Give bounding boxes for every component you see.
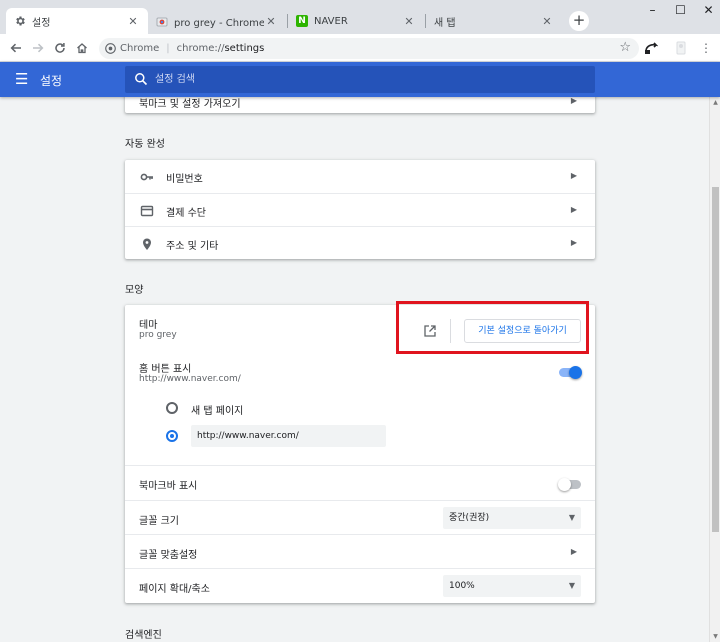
bookmarks-bar-toggle[interactable] — [558, 478, 581, 491]
settings-search[interactable] — [125, 66, 595, 93]
tab-new-tab[interactable]: 새 탭 ✕ — [426, 8, 562, 34]
chevron-right-icon: ▶ — [570, 171, 577, 180]
home-url-field[interactable]: http://www.naver.com/ — [191, 425, 386, 447]
scroll-down-icon[interactable]: ▼ — [711, 633, 720, 640]
browser-toolbar: Chrome | chrome:// settings ☆ ⋮ — [0, 34, 720, 62]
forward-button[interactable] — [28, 38, 48, 58]
font-size-select[interactable]: 중간(권장) ▼ — [443, 507, 581, 529]
home-button-label: 홈 버튼 표시 — [139, 364, 192, 375]
page-zoom-row: 페이지 확대/축소 100% ▼ — [125, 568, 595, 603]
import-bookmarks-row[interactable]: 북마크 및 설정 가져오기 ▶ — [125, 97, 595, 113]
naver-icon: N — [296, 15, 308, 27]
chevron-right-icon: ▶ — [570, 97, 577, 105]
reload-button[interactable] — [50, 38, 70, 58]
page-scrollbar[interactable]: ▲ ▼ — [709, 97, 720, 642]
payment-methods-row[interactable]: 결제 수단 ▶ — [125, 193, 595, 226]
tab-title: NAVER — [314, 15, 348, 27]
scrollbar-thumb[interactable] — [712, 187, 719, 532]
url-path: settings — [224, 43, 265, 54]
search-input[interactable] — [155, 66, 585, 93]
chrome-logo-icon — [105, 43, 116, 54]
scroll-up-icon[interactable]: ▲ — [711, 99, 720, 106]
page-chip: Chrome — [120, 43, 160, 54]
tab-naver[interactable]: N NAVER ✕ — [288, 8, 424, 34]
custom-url-radio[interactable] — [166, 430, 178, 442]
dropdown-arrow-icon: ▼ — [568, 581, 575, 590]
settings-header: ☰ 설정 — [0, 62, 720, 97]
row-label: 글꼴 맞춤설정 — [139, 550, 198, 561]
row-label: 북마크바 표시 — [139, 481, 198, 492]
address-bar[interactable]: Chrome | chrome:// settings ☆ — [99, 38, 639, 59]
tab-settings[interactable]: 설정 ✕ — [6, 8, 148, 34]
page-zoom-select[interactable]: 100% ▼ — [443, 575, 581, 597]
location-pin-icon — [140, 237, 154, 251]
section-title-appearance: 모양 — [125, 285, 144, 296]
tab-chrome-webstore[interactable]: pro grey - Chrome 웹 스 ✕ — [148, 8, 286, 34]
theme-label: 테마 — [139, 320, 158, 331]
hamburger-menu-icon[interactable]: ☰ — [15, 71, 31, 87]
select-value: 100% — [449, 581, 475, 591]
import-card: 북마크 및 설정 가져오기 ▶ — [125, 97, 595, 113]
new-tab-page-radio[interactable] — [166, 402, 178, 414]
row-label: 페이지 확대/축소 — [139, 584, 210, 595]
passwords-row[interactable]: 비밀번호 ▶ — [125, 160, 595, 193]
credit-card-icon — [140, 204, 154, 218]
settings-content: 북마크 및 설정 가져오기 ▶ 자동 완성 비밀번호 ▶ 결제 수단 ▶ 주소 … — [0, 97, 709, 642]
tab-title: 설정 — [32, 17, 51, 29]
close-tab-icon[interactable]: ✕ — [540, 15, 554, 28]
home-button-url: http://www.naver.com/ — [139, 374, 241, 384]
autofill-card: 비밀번호 ▶ 결제 수단 ▶ 주소 및 기타 ▶ — [125, 160, 595, 259]
close-window-button[interactable]: ✕ — [686, 0, 720, 22]
tab-title: pro grey - Chrome 웹 스 — [174, 17, 264, 29]
chevron-right-icon: ▶ — [570, 547, 577, 556]
section-title-search-engine: 검색엔진 — [125, 630, 162, 641]
row-label: 북마크 및 설정 가져오기 — [139, 99, 241, 110]
bookmark-star-icon[interactable]: ☆ — [619, 40, 631, 55]
dropdown-arrow-icon: ▼ — [568, 513, 575, 522]
theme-value: pro grey — [139, 330, 177, 340]
chip-separator: | — [166, 43, 170, 54]
close-tab-icon[interactable]: ✕ — [126, 15, 140, 28]
row-label: 결제 수단 — [166, 208, 206, 219]
page-title: 설정 — [40, 74, 63, 88]
home-button[interactable] — [72, 38, 92, 58]
close-tab-icon[interactable]: ✕ — [264, 15, 278, 28]
chrome-webstore-icon — [156, 15, 168, 27]
gear-icon — [14, 15, 26, 27]
chevron-right-icon: ▶ — [570, 205, 577, 214]
profile-avatar[interactable] — [672, 39, 690, 57]
home-button-row[interactable]: 홈 버튼 표시 http://www.naver.com/ — [125, 354, 595, 388]
customize-fonts-row[interactable]: 글꼴 맞춤설정 ▶ — [125, 534, 595, 568]
bookmarks-bar-row[interactable]: 북마크바 표시 — [125, 465, 595, 500]
select-value: 중간(권장) — [449, 513, 490, 523]
addresses-row[interactable]: 주소 및 기타 ▶ — [125, 226, 595, 259]
close-tab-icon[interactable]: ✕ — [402, 15, 416, 28]
annotation-highlight — [396, 301, 589, 354]
new-tab-button[interactable]: + — [569, 11, 589, 31]
search-icon — [134, 72, 148, 86]
home-button-toggle[interactable] — [559, 366, 582, 379]
font-size-row: 글꼴 크기 중간(권장) ▼ — [125, 500, 595, 534]
extension-icon[interactable] — [642, 39, 660, 57]
tab-title: 새 탭 — [434, 17, 456, 29]
row-label: 글꼴 크기 — [139, 516, 179, 527]
key-icon — [140, 170, 154, 184]
more-menu-icon[interactable]: ⋮ — [697, 39, 715, 57]
radio-label: 새 탭 페이지 — [191, 406, 244, 417]
row-label: 비밀번호 — [166, 174, 203, 185]
row-label: 주소 및 기타 — [166, 241, 219, 252]
section-title-autofill: 자동 완성 — [125, 139, 165, 150]
url-scheme: chrome:// — [176, 43, 225, 54]
back-button[interactable] — [6, 38, 26, 58]
tab-strip: 설정 ✕ pro grey - Chrome 웹 스 ✕ N NAVER ✕ 새… — [0, 0, 720, 34]
chevron-right-icon: ▶ — [570, 238, 577, 247]
